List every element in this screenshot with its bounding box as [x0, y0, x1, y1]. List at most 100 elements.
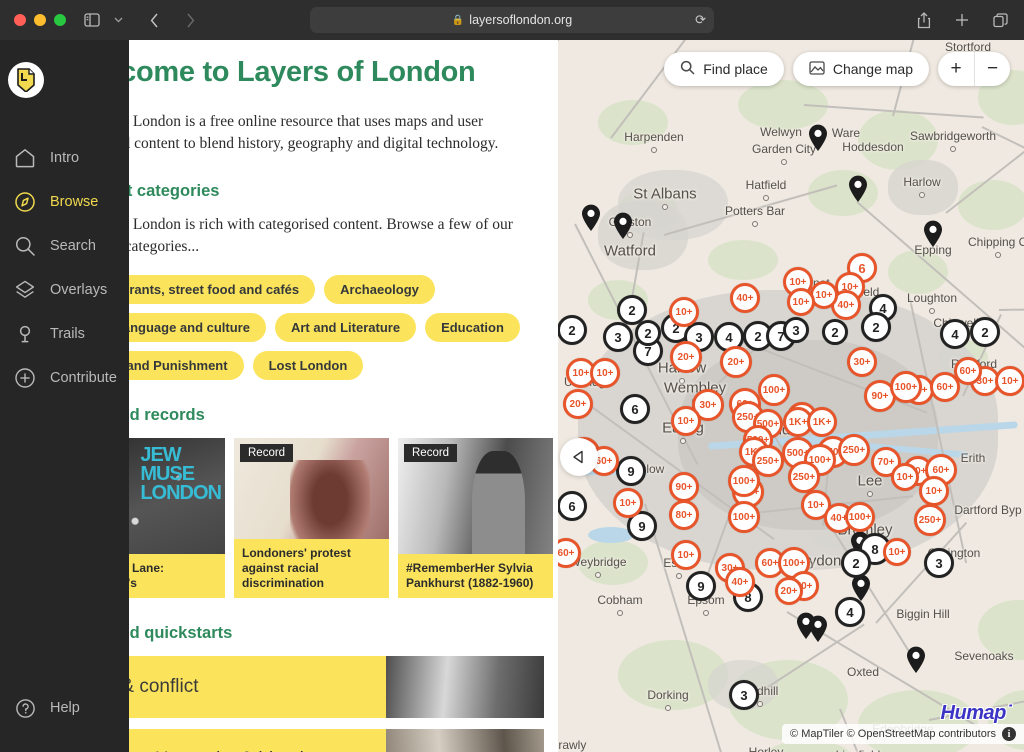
chevron-down-icon[interactable] [106, 8, 130, 32]
map-cluster-marker[interactable]: 10+ [787, 288, 815, 316]
map-cluster-marker[interactable]: 2 [970, 317, 1000, 347]
sidebar-item-intro[interactable]: Intro [0, 136, 129, 180]
map-cluster-marker[interactable]: 30+ [847, 347, 877, 377]
minimize-window-button[interactable] [34, 14, 46, 26]
map-cluster-marker[interactable]: 80+ [669, 500, 699, 530]
map-cluster-marker[interactable]: 3 [603, 322, 633, 352]
map-cluster-marker[interactable]: 10+ [671, 540, 701, 570]
map-cluster-marker[interactable]: 20+ [775, 577, 803, 605]
zoom-in-button[interactable]: + [938, 52, 974, 86]
map-pin-marker[interactable] [808, 615, 828, 643]
reload-icon[interactable]: ⟳ [695, 12, 706, 28]
map-cluster-marker[interactable]: 20+ [670, 341, 702, 373]
sidebar-item-help[interactable]: Help [0, 686, 129, 730]
sidebar-item-trails[interactable]: Trails [0, 312, 129, 356]
map-cluster-marker[interactable]: 40+ [730, 283, 760, 313]
record-card[interactable]: Record Londoners' protest against racial … [234, 437, 389, 598]
map-cluster-marker[interactable]: 2 [558, 315, 587, 345]
map-place-dot [929, 308, 935, 314]
info-icon[interactable]: i [1002, 727, 1016, 741]
back-arrow-icon[interactable] [142, 8, 166, 32]
map-pin-marker[interactable] [581, 204, 601, 232]
map-place-label: Sawbridgeworth [909, 129, 997, 143]
category-pill[interactable]: Education [425, 312, 520, 342]
close-window-button[interactable] [14, 14, 26, 26]
map-cluster-marker[interactable]: 10+ [669, 297, 699, 327]
map-cluster-marker[interactable]: 4 [940, 319, 970, 349]
map-cluster-marker[interactable]: 100+ [758, 374, 790, 406]
map-cluster-marker[interactable]: 4 [835, 597, 865, 627]
maximize-window-button[interactable] [54, 14, 66, 26]
map-pin-marker[interactable] [613, 212, 633, 240]
sidebar-item-contribute[interactable]: Contribute [0, 356, 129, 400]
sidebar-item-browse[interactable]: Browse [0, 180, 129, 224]
category-pill[interactable]: Art and Literature [274, 312, 417, 342]
map-pin-marker[interactable] [808, 124, 828, 152]
map-cluster-marker[interactable]: 10+ [883, 538, 911, 566]
sidebar-toggle-icon[interactable] [80, 8, 104, 32]
zoom-out-button[interactable]: − [974, 52, 1010, 86]
question-circle-icon [10, 693, 40, 723]
map-cluster-marker[interactable]: 3 [783, 317, 809, 343]
map-cluster-marker[interactable]: 2 [861, 312, 891, 342]
category-pill[interactable]: Archaeology [324, 274, 435, 304]
map-cluster-marker[interactable]: 10+ [919, 476, 949, 506]
map-cluster-marker[interactable]: 2 [841, 548, 871, 578]
map-cluster-marker[interactable]: 9 [616, 456, 646, 486]
record-card-list: RecordPetticoat Lane: Bardiger'sRecordLo… [70, 437, 553, 598]
map-place-dot [665, 705, 671, 711]
map-cluster-marker[interactable]: 2 [822, 319, 848, 345]
share-icon[interactable] [912, 8, 936, 32]
map-pin-marker[interactable] [848, 175, 868, 203]
plus-icon[interactable] [950, 8, 974, 32]
map-cluster-marker[interactable]: 3 [924, 548, 954, 578]
map-cluster-marker[interactable]: 10+ [995, 366, 1024, 396]
category-pill[interactable]: Lost London [252, 350, 364, 380]
home-icon [10, 143, 40, 173]
map-cluster-marker[interactable]: 6 [558, 491, 587, 521]
map-cluster-marker[interactable]: 6 [620, 394, 650, 424]
attribution-text: © MapTiler © OpenStreetMap contributors [790, 728, 996, 740]
map-cluster-marker[interactable]: 40+ [725, 567, 755, 597]
map-cluster-marker[interactable]: 20+ [720, 346, 752, 378]
map-place-label: Ware [831, 126, 861, 140]
map-cluster-marker[interactable]: 100+ [890, 371, 922, 403]
address-bar[interactable]: 🔒 layersoflondon.org ⟳ [310, 7, 714, 33]
map-cluster-marker[interactable]: 9 [686, 571, 716, 601]
quickstart-card[interactable]: War & conflict [70, 655, 544, 718]
find-place-button[interactable]: Find place [664, 52, 784, 86]
map-cluster-marker[interactable]: 2 [635, 320, 661, 346]
window-traffic-lights[interactable] [14, 14, 66, 26]
map-cluster-marker[interactable]: 10+ [891, 463, 919, 491]
sidebar-nav[interactable]: Intro Browse Search Overlays Trails Contribut… [0, 40, 129, 752]
map-cluster-marker[interactable]: 10+ [671, 406, 701, 436]
map-cluster-marker[interactable]: 10+ [613, 488, 643, 518]
map-cluster-marker[interactable]: 250+ [838, 434, 870, 466]
tab-overview-icon[interactable] [988, 8, 1012, 32]
humap-brand-logo[interactable]: Humap˙ [941, 702, 1013, 725]
map-place-label: Welwyn [760, 125, 802, 139]
map-cluster-marker[interactable]: 250+ [788, 461, 820, 493]
quickstart-card[interactable]: Gender, Humanity & identity [70, 728, 544, 752]
map-cluster-marker[interactable]: 60+ [954, 357, 982, 385]
map-pin-marker[interactable] [923, 220, 943, 248]
map-cluster-marker[interactable]: 100+ [845, 502, 875, 532]
map-place-dot [919, 192, 925, 198]
map-area[interactable]: Find place Change map + − Humap˙ © MapTi… [558, 40, 1024, 752]
collapse-panel-button[interactable] [560, 438, 598, 476]
map-place-dot [680, 438, 686, 444]
map-cluster-marker[interactable]: 100+ [728, 501, 760, 533]
map-pin-marker[interactable] [906, 646, 926, 674]
map-cluster-marker[interactable]: 10+ [590, 358, 620, 388]
layers-of-london-logo[interactable] [8, 62, 44, 98]
map-cluster-marker[interactable]: 90+ [669, 472, 699, 502]
change-map-button[interactable]: Change map [792, 52, 929, 86]
record-card[interactable]: Record #RememberHer Sylvia Pankhurst (188… [398, 437, 553, 598]
map-cluster-marker[interactable]: 250+ [914, 504, 946, 536]
map-cluster-marker[interactable]: 20+ [563, 389, 593, 419]
map-cluster-marker[interactable]: 1K+ [807, 407, 837, 437]
sidebar-item-overlays[interactable]: Overlays [0, 268, 129, 312]
sidebar-item-search[interactable]: Search [0, 224, 129, 268]
map-cluster-marker[interactable]: 100+ [728, 465, 760, 497]
map-cluster-marker[interactable]: 3 [729, 680, 759, 710]
